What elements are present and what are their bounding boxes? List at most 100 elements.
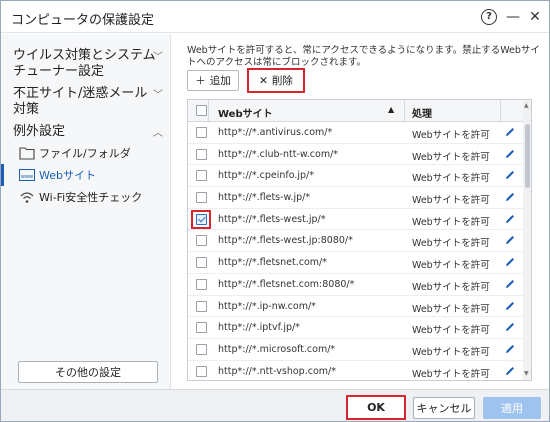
sidebar-group-exceptions[interactable]: 例外設定 ︿ [13,124,163,140]
sidebar-group-label: 例外設定 [13,124,66,139]
other-settings-button[interactable]: その他の設定 [18,361,158,383]
row-checkbox[interactable] [196,322,207,334]
ok-button[interactable]: OK [346,395,406,420]
row-action: Webサイトを許可 [412,368,490,380]
sidebar: ウイルス対策とシステム チューナー設定 ﹀ 不正サイト/迷惑メール 対策 ﹀ 例… [1,34,171,389]
pencil-icon[interactable] [504,234,516,246]
close-x-icon: ✕ [259,74,268,87]
pencil-icon[interactable] [504,343,516,355]
row-action: Webサイトを許可 [412,325,490,337]
chevron-down-icon: ﹀ [153,52,163,63]
title-bar: コンピュータの保護設定 ? — ✕ [1,1,549,33]
row-checkbox[interactable] [196,148,207,160]
scroll-down-icon: ▼ [524,370,529,377]
delete-button-label: 削除 [271,75,293,87]
minimize-button[interactable]: — [503,7,523,27]
website-table: Webサイト ▲ 処理 http*://*.antivirus.com/* Web… [187,99,532,381]
select-all-checkbox[interactable] [196,105,207,116]
row-checkbox[interactable] [196,235,207,247]
protection-settings-window: コンピュータの保護設定 ? — ✕ ウイルス対策とシステム チューナー設定 ﹀ … [0,0,550,422]
sidebar-item-wifi-check[interactable]: Wi-Fi安全性チェック [1,186,170,208]
pencil-icon[interactable] [504,321,516,333]
row-action: Webサイトを許可 [412,216,490,228]
row-action: Webサイトを許可 [412,346,490,358]
row-action: Webサイトを許可 [412,281,490,293]
pencil-icon[interactable] [504,278,516,290]
close-icon: ✕ [529,9,541,25]
row-action: Webサイトを許可 [412,173,490,185]
table-row[interactable]: http*://*.iptvf.jp/* Webサイトを許可 [188,317,523,339]
pencil-icon[interactable] [504,126,516,138]
sort-asc-icon: ▲ [388,105,395,114]
table-row[interactable]: http*://*.club-ntt-w.com/* Webサイトを許可 [188,144,523,166]
row-site: http*://*.flets-west.jp:8080/* [218,235,353,247]
table-row[interactable]: http*://*.cpeinfo.jp/* Webサイトを許可 [188,165,523,188]
row-site: http*://*.iptvf.jp/* [218,322,300,334]
add-button[interactable]: ＋ 追加 [187,70,239,91]
row-site: http*://*.microsoft.com/* [218,343,336,355]
apply-button[interactable]: 適用 [483,397,541,419]
row-checkbox[interactable] [196,365,207,377]
delete-button[interactable]: ✕ 削除 [247,68,305,93]
row-site: http*://*.ntt-vshop.com/* [218,365,336,377]
sidebar-group-web-spam[interactable]: 不正サイト/迷惑メール 対策 ﹀ [13,86,163,118]
table-row[interactable]: http*://*.flets-w.jp/* Webサイトを許可 [188,187,523,209]
table-row[interactable]: http*://*.ip-nw.com/* Webサイトを許可 [188,296,523,318]
row-action: Webサイトを許可 [412,130,490,141]
cancel-button[interactable]: キャンセル [413,397,475,419]
row-checkbox[interactable] [196,170,207,182]
highlight-box [191,209,211,229]
description-text: Webサイトを許可すると、常にアクセスできるようになります。禁止するWebサイト… [187,45,540,68]
table-header: Webサイト ▲ 処理 [188,100,523,122]
row-checkbox[interactable] [196,257,207,269]
row-site: http*://*.fletsnet.com:8080/* [218,278,355,290]
scroll-up-icon: ▲ [524,102,529,109]
table-row[interactable]: http*://*.flets-west.jp:8080/* Webサイトを許可 [188,230,523,253]
table-row[interactable]: http*://*.antivirus.com/* Webサイトを許可 [188,122,523,144]
pencil-icon[interactable] [504,365,516,377]
sidebar-item-label: Wi-Fi安全性チェック [39,191,143,204]
scrollbar-thumb[interactable] [525,124,530,188]
row-action: Webサイトを許可 [412,238,490,250]
row-checkbox[interactable] [196,278,207,290]
row-action: Webサイトを許可 [412,303,490,315]
add-button-label: 追加 [209,75,231,87]
row-action: Webサイトを許可 [412,195,490,207]
row-checkbox[interactable] [196,127,207,138]
table-row[interactable]: http*://*.microsoft.com/* Webサイトを許可 [188,339,523,361]
row-site: http*://*.flets-w.jp/* [218,192,311,204]
pencil-icon[interactable] [504,191,516,203]
column-header-action[interactable]: 処理 [412,105,432,120]
row-checkbox[interactable] [196,343,207,355]
table-row[interactable]: http*://*.fletsnet.com:8080/* Webサイトを許可 [188,274,523,296]
column-header-site[interactable]: Webサイト [218,105,273,120]
row-checkbox[interactable] [196,300,207,312]
pencil-icon[interactable] [504,256,516,268]
table-row[interactable]: http*://*.flets-west.jp/* Webサイトを許可 [188,209,523,231]
sidebar-group-label: ウイルス対策とシステム チューナー設定 [13,48,156,79]
pencil-icon[interactable] [504,148,516,160]
vertical-scrollbar[interactable]: ▲ ▼ [523,100,531,380]
svg-text:www: www [21,174,33,180]
minus-icon: — [506,9,520,25]
pencil-icon[interactable] [504,300,516,312]
sidebar-item-label: ファイル/フォルダ [39,147,131,160]
chevron-up-icon: ︿ [153,128,163,139]
table-body: http*://*.antivirus.com/* Webサイトを許可 http*:… [188,122,523,380]
row-checkbox[interactable] [196,192,207,204]
sidebar-item-files-folders[interactable]: ファイル/フォルダ [1,142,170,164]
pencil-icon[interactable] [504,213,516,225]
plus-icon: ＋ [195,75,206,87]
question-circle-icon: ? [481,9,497,25]
table-row[interactable]: http*://*.fletsnet.com/* Webサイトを許可 [188,252,523,274]
window-title: コンピュータの保護設定 [11,13,155,28]
sidebar-item-websites[interactable]: www Webサイト [1,164,170,186]
help-button[interactable]: ? [479,7,499,27]
row-site: http*://*.club-ntt-w.com/* [218,148,339,160]
row-site: http*://*.antivirus.com/* [218,127,333,138]
table-row[interactable]: http*://*.ntt-vshop.com/* Webサイトを許可 [188,361,523,380]
sidebar-group-antivirus[interactable]: ウイルス対策とシステム チューナー設定 ﹀ [13,48,163,80]
row-action: Webサイトを許可 [412,260,490,272]
close-button[interactable]: ✕ [525,7,545,27]
pencil-icon[interactable] [504,169,516,181]
